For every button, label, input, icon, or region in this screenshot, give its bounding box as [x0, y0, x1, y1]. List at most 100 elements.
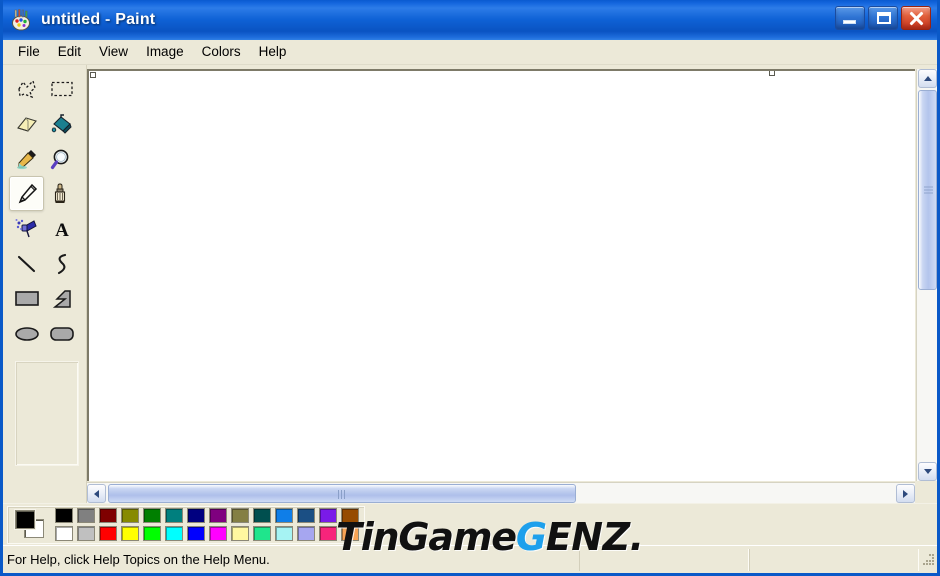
- tool-rounded-rectangle[interactable]: [44, 316, 79, 351]
- svg-text:A: A: [55, 220, 69, 239]
- menu-item-help[interactable]: Help: [250, 41, 296, 63]
- watermark-part-b: ENZ.: [545, 515, 644, 559]
- color-swatch-top-5[interactable]: [165, 507, 183, 523]
- tool-pick-color[interactable]: [9, 141, 44, 176]
- color-swatch-bottom-10[interactable]: [275, 525, 293, 541]
- menu-bar: File Edit View Image Colors Help: [3, 40, 937, 65]
- color-swatch-bottom-3[interactable]: [121, 525, 139, 541]
- canvas-panel: [87, 65, 937, 503]
- tool-airbrush[interactable]: [9, 211, 44, 246]
- paint-palette-icon: [11, 9, 33, 31]
- color-swatch-top-0[interactable]: [55, 507, 73, 523]
- tool-magnifier[interactable]: [44, 141, 79, 176]
- scroll-up-button[interactable]: [918, 69, 937, 88]
- menu-item-file[interactable]: File: [9, 41, 49, 63]
- color-swatch-top-4[interactable]: [143, 507, 161, 523]
- close-button[interactable]: [901, 6, 931, 30]
- tool-pencil[interactable]: [9, 176, 44, 211]
- color-palette-bar: TinGameGENZ.: [3, 503, 937, 559]
- status-panel-size: [749, 548, 919, 571]
- scroll-left-button[interactable]: [87, 484, 106, 503]
- resize-grip[interactable]: [919, 552, 935, 568]
- grip-dot: [926, 559, 928, 562]
- top-middle-resize-handle[interactable]: [769, 71, 775, 76]
- color-swatch-bottom-11[interactable]: [297, 525, 315, 541]
- color-swatch-top-9[interactable]: [253, 507, 271, 523]
- tool-fill-with-color[interactable]: [44, 106, 79, 141]
- color-swatch-top-8[interactable]: [231, 507, 249, 523]
- window-title-separator: -: [100, 11, 116, 28]
- grip-dot: [932, 553, 934, 556]
- chevron-left-icon: [94, 489, 99, 498]
- grip-icon-horizontal: [338, 490, 346, 499]
- color-swatch-top-10[interactable]: [275, 507, 293, 523]
- color-swatch-bottom-0[interactable]: [55, 525, 73, 541]
- color-swatch-bottom-8[interactable]: [231, 525, 249, 541]
- maximize-button[interactable]: [868, 6, 898, 30]
- tool-select[interactable]: [44, 71, 79, 106]
- color-swatch-top-12[interactable]: [319, 507, 337, 523]
- color-swatch-bottom-12[interactable]: [319, 525, 337, 541]
- color-swatch-top-1[interactable]: [77, 507, 95, 523]
- canvas-viewport[interactable]: [87, 69, 915, 481]
- tool-curve[interactable]: [44, 246, 79, 281]
- tool-brush[interactable]: [44, 176, 79, 211]
- color-swatch-bottom-6[interactable]: [187, 525, 205, 541]
- scroll-right-button[interactable]: [896, 484, 915, 503]
- watermark-part-g: G: [515, 515, 547, 559]
- grip-dot: [932, 556, 934, 559]
- horizontal-scrollbar[interactable]: [87, 482, 915, 503]
- top-left-resize-handle[interactable]: [90, 72, 96, 78]
- tool-line[interactable]: [9, 246, 44, 281]
- grip-dot: [929, 559, 931, 562]
- color-swatch-bottom-5[interactable]: [165, 525, 183, 541]
- grip-dot: [923, 562, 925, 565]
- color-swatch-top-2[interactable]: [99, 507, 117, 523]
- tool-grid: A: [9, 71, 79, 351]
- active-color-indicator[interactable]: [13, 509, 49, 541]
- color-palette-frame: [7, 505, 365, 544]
- chevron-up-icon: [923, 76, 932, 81]
- color-swatch-bottom-1[interactable]: [77, 525, 95, 541]
- window-title: untitled - Paint: [41, 11, 155, 29]
- minimize-button[interactable]: [835, 6, 865, 30]
- color-swatch-bottom-7[interactable]: [209, 525, 227, 541]
- tool-polygon[interactable]: [44, 281, 79, 316]
- menu-item-edit[interactable]: Edit: [49, 41, 90, 63]
- color-swatch-top-7[interactable]: [209, 507, 227, 523]
- color-swatch-grid: [55, 507, 361, 542]
- tool-ellipse[interactable]: [9, 316, 44, 351]
- title-bar[interactable]: untitled - Paint: [3, 0, 937, 40]
- work-area: A: [3, 65, 937, 503]
- color-swatch-bottom-4[interactable]: [143, 525, 161, 541]
- horizontal-scroll-thumb[interactable]: [108, 484, 576, 503]
- minimize-icon: [843, 20, 856, 24]
- window-title-app: Paint: [115, 11, 156, 28]
- grip-dot: [932, 562, 934, 565]
- tool-options-panel[interactable]: [15, 361, 79, 466]
- grip-dot: [926, 562, 928, 565]
- scroll-down-button[interactable]: [918, 462, 937, 481]
- vertical-scrollbar[interactable]: [916, 69, 937, 481]
- color-swatch-top-6[interactable]: [187, 507, 205, 523]
- foreground-color-swatch[interactable]: [15, 509, 35, 529]
- tool-eraser[interactable]: [9, 106, 44, 141]
- color-swatch-bottom-2[interactable]: [99, 525, 117, 541]
- menu-item-image[interactable]: Image: [137, 41, 193, 63]
- tool-text[interactable]: A: [44, 211, 79, 246]
- paint-window: untitled - Paint File Edit View Image Co…: [0, 0, 940, 576]
- toolbox: A: [3, 65, 87, 503]
- tool-free-form-select[interactable]: [9, 71, 44, 106]
- maximize-icon: [877, 12, 891, 24]
- grip-icon: [924, 186, 933, 194]
- color-swatch-bottom-9[interactable]: [253, 525, 271, 541]
- watermark-logo: TinGameGENZ.: [336, 515, 644, 559]
- drawing-canvas[interactable]: [89, 71, 915, 481]
- menu-item-colors[interactable]: Colors: [193, 41, 250, 63]
- vertical-scroll-thumb[interactable]: [918, 90, 937, 290]
- tool-rectangle[interactable]: [9, 281, 44, 316]
- color-swatch-top-3[interactable]: [121, 507, 139, 523]
- menu-item-view[interactable]: View: [90, 41, 137, 63]
- chevron-right-icon: [903, 489, 908, 498]
- color-swatch-top-11[interactable]: [297, 507, 315, 523]
